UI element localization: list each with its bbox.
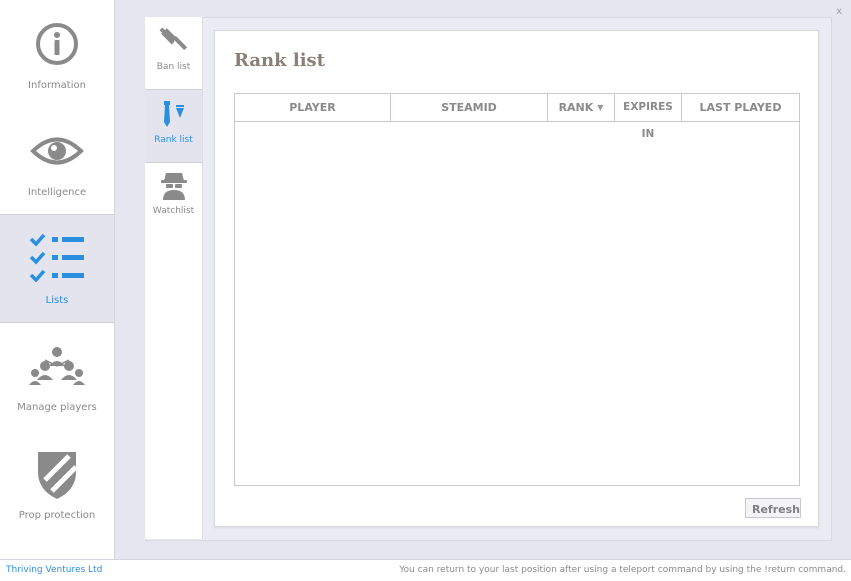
table-body — [235, 122, 799, 485]
spy-icon — [145, 173, 202, 200]
sort-desc-icon: ▼ — [597, 103, 604, 112]
subnav-item-watchlist[interactable]: Watchlist — [145, 161, 202, 233]
info-icon — [0, 22, 114, 66]
column-header-expires-in[interactable]: EXPIRES IN — [615, 94, 682, 140]
players-hierarchy-icon — [0, 344, 114, 388]
refresh-button[interactable]: Refresh — [745, 498, 801, 518]
rank-list-card: Rank list PLAYER STEAMID RANK ▼ EXPIRES I… — [214, 30, 819, 527]
subnav-item-label: Ban list — [156, 62, 191, 72]
page-title: Rank list — [234, 50, 325, 71]
column-header-player[interactable]: PLAYER — [235, 94, 391, 121]
company-link[interactable]: Thriving Ventures Ltd — [6, 565, 102, 575]
rank-table[interactable]: PLAYER STEAMID RANK ▼ EXPIRES IN LAST PLA… — [234, 93, 800, 486]
nav-item-label: Manage players — [17, 402, 97, 413]
eye-icon — [0, 129, 114, 173]
main-sidebar: Information Intelligence Lists Manage pl… — [0, 0, 115, 559]
nav-item-label: Prop protection — [18, 510, 96, 521]
nav-item-prop-protection[interactable]: Prop protection — [0, 430, 114, 537]
status-bar: Thriving Ventures Ltd You can return to … — [0, 559, 851, 581]
subnav-item-label: Watchlist — [152, 206, 195, 216]
nav-item-label: Lists — [45, 295, 69, 306]
nav-item-information[interactable]: Information — [0, 0, 114, 107]
subnav-item-rank-list[interactable]: Rank list — [145, 89, 202, 163]
shield-icon — [0, 452, 114, 499]
close-button[interactable]: x — [836, 6, 842, 17]
column-header-rank[interactable]: RANK ▼ — [548, 94, 615, 121]
tie-icon — [145, 101, 202, 128]
lists-subnav: Ban list Rank list Watchlist — [145, 17, 203, 539]
column-header-steamid[interactable]: STEAMID — [391, 94, 548, 121]
nav-item-manage-players[interactable]: Manage players — [0, 322, 114, 429]
subnav-item-ban-list[interactable]: Ban list — [145, 17, 202, 89]
checklist-icon — [0, 233, 114, 282]
nav-item-intelligence[interactable]: Intelligence — [0, 107, 114, 214]
nav-item-label: Intelligence — [27, 187, 87, 198]
nav-item-label: Information — [28, 80, 86, 91]
column-header-last-played[interactable]: LAST PLAYED — [682, 94, 799, 121]
status-tip: You can return to your last position aft… — [399, 565, 846, 575]
nav-item-lists[interactable]: Lists — [0, 214, 114, 323]
subnav-item-label: Rank list — [154, 135, 193, 145]
table-header: PLAYER STEAMID RANK ▼ EXPIRES IN LAST PLA… — [235, 94, 799, 140]
gavel-icon — [145, 27, 202, 55]
